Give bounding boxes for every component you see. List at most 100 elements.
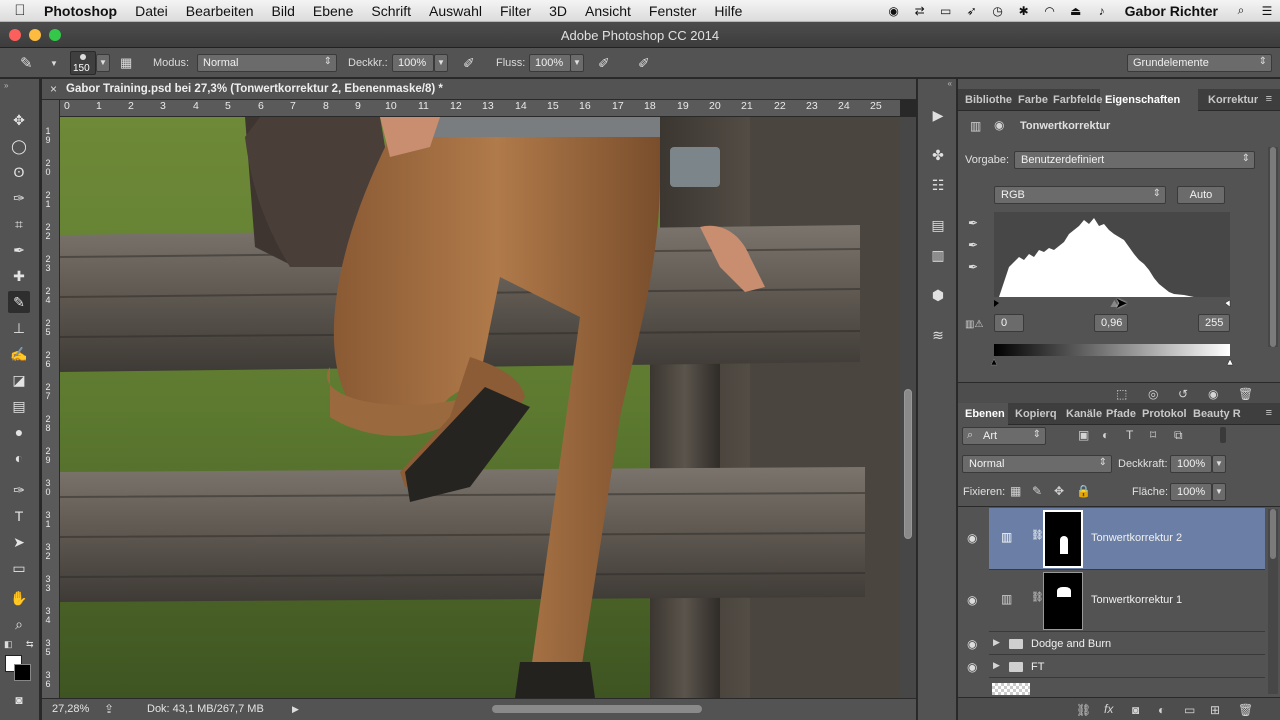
output-black-slider[interactable]	[991, 358, 998, 366]
output-white-slider[interactable]	[1226, 358, 1234, 366]
tab-farbe[interactable]: Farbe	[1018, 94, 1048, 106]
visibility-eye-icon[interactable]: ◉	[967, 660, 977, 674]
white-input-slider[interactable]	[1224, 299, 1231, 307]
transparent-layer-thumbnail[interactable]	[992, 683, 1030, 695]
actions-panel-icon[interactable]: ▶	[927, 105, 949, 125]
zoom-tool-icon[interactable]: ⌕	[8, 613, 30, 635]
filter-smart-object-icon[interactable]: ⧉	[1174, 428, 1183, 443]
layer-row-ft[interactable]: ▶ FT	[989, 656, 1265, 678]
layers-scrollbar[interactable]	[1268, 509, 1278, 694]
tab-bibliothek[interactable]: Bibliothe	[965, 94, 1012, 106]
fill-input[interactable]: 100%	[1170, 483, 1212, 501]
tab-korrekturen[interactable]: Korrektur	[1208, 94, 1258, 106]
quick-mask-icon[interactable]: ◙	[8, 689, 30, 711]
eject-icon[interactable]: ⏏	[1063, 4, 1089, 18]
flow-dropdown[interactable]: ▼	[570, 54, 584, 72]
layers-panel-menu-icon[interactable]: ≡	[1266, 407, 1272, 419]
rectangle-tool-icon[interactable]: ▭	[8, 557, 30, 579]
tab-eigenschaften[interactable]: Eigenschaften	[1105, 94, 1180, 106]
tab-kopierquelle[interactable]: Kopierq	[1015, 408, 1057, 420]
notification-icon[interactable]: ☰	[1254, 4, 1280, 18]
document-canvas[interactable]	[60, 117, 900, 698]
layer-name[interactable]: Dodge and Burn	[1031, 638, 1111, 650]
visibility-eye-icon[interactable]: ◉	[967, 593, 977, 607]
lock-transparency-icon[interactable]: ▦	[1010, 484, 1021, 498]
user-name[interactable]: Gabor Richter	[1115, 3, 1228, 19]
delete-layer-icon[interactable]: 🗑	[1238, 703, 1253, 717]
mask-link-icon[interactable]: ⛓	[1031, 530, 1044, 541]
menu-datei[interactable]: Datei	[126, 3, 177, 19]
toggle-visibility-icon[interactable]: ◉	[1208, 387, 1218, 401]
bluetooth-icon[interactable]: ✱	[1011, 4, 1037, 18]
menu-bearbeiten[interactable]: Bearbeiten	[177, 3, 263, 19]
tab-ebenen[interactable]: Ebenen	[965, 408, 1005, 420]
zoom-level[interactable]: 27,28%	[52, 703, 89, 715]
mode-select[interactable]: Normal	[197, 54, 337, 72]
menu-schrift[interactable]: Schrift	[362, 3, 420, 19]
visibility-eye-icon[interactable]: ◉	[967, 637, 977, 651]
layers-stack-icon[interactable]: ≋	[927, 325, 949, 345]
filter-adjustment-icon[interactable]: ◐	[1102, 428, 1109, 442]
display-icon[interactable]: ▭	[933, 4, 959, 18]
wifi-icon[interactable]: ◠	[1037, 4, 1063, 18]
brush-presets-icon[interactable]: ✤	[927, 145, 949, 165]
input-black-field[interactable]: 0	[994, 314, 1024, 332]
canvas-horizontal-scrollbar[interactable]	[492, 705, 702, 713]
input-gamma-field[interactable]: 0,96	[1094, 314, 1128, 332]
layer-name[interactable]: Tonwertkorrektur 1	[1091, 594, 1182, 606]
share-icon[interactable]: ⇪	[104, 702, 114, 716]
link-layers-icon[interactable]: ⛓	[1076, 703, 1091, 717]
document-tab[interactable]: × Gabor Training.psd bei 27,3% (Tonwertk…	[42, 79, 916, 100]
layer-row-tonwertkorrektur-1[interactable]: ▥ ⛓ Tonwertkorrektur 1	[989, 570, 1265, 632]
lock-all-icon[interactable]: 🔒	[1076, 484, 1091, 498]
default-colors-icon[interactable]: ◧	[4, 639, 13, 650]
eraser-tool-icon[interactable]: ◪	[8, 369, 30, 391]
menu-auswahl[interactable]: Auswahl	[420, 3, 491, 19]
add-mask-icon[interactable]: ◙	[1132, 703, 1139, 717]
menu-filter[interactable]: Filter	[491, 3, 540, 19]
tab-protokoll[interactable]: Protokol	[1142, 408, 1187, 420]
volume-icon[interactable]: ♪	[1089, 4, 1115, 18]
layer-opacity-input[interactable]: 100%	[1170, 455, 1212, 473]
tool-preset-dropdown[interactable]: ▼	[50, 48, 58, 78]
pressure-size-icon[interactable]: ✐	[638, 48, 650, 78]
3d-cube-icon[interactable]: ⬢	[927, 285, 949, 305]
history-brush-tool-icon[interactable]: ✍	[8, 343, 30, 365]
background-color-swatch[interactable]	[14, 664, 31, 681]
pressure-opacity-icon[interactable]: ✐	[463, 48, 475, 78]
lasso-tool-icon[interactable]: ʘ	[8, 161, 30, 183]
filter-toggle-switch[interactable]	[1220, 427, 1226, 443]
filter-type-icon[interactable]: T	[1126, 428, 1133, 442]
channel-select[interactable]: RGB	[994, 186, 1166, 204]
new-adjustment-layer-icon[interactable]: ◐	[1158, 703, 1165, 717]
menu-fenster[interactable]: Fenster	[640, 3, 705, 19]
crop-tool-icon[interactable]: ⌗	[8, 213, 30, 235]
record-icon[interactable]: ◉	[881, 4, 907, 18]
workspace-select[interactable]: Grundelemente	[1127, 54, 1272, 72]
clipping-warning-icon[interactable]: ▥⚠	[965, 319, 983, 330]
layer-style-fx-icon[interactable]: fx	[1104, 702, 1113, 716]
tab-beauty-retouch[interactable]: Beauty R	[1193, 408, 1241, 420]
marquee-tool-icon[interactable]: ◯	[8, 135, 30, 157]
expand-group-icon[interactable]: ▶	[993, 660, 1000, 671]
layer-mask-thumbnail[interactable]	[1043, 510, 1083, 568]
brush-preset-dropdown[interactable]: ▼	[96, 54, 110, 72]
layer-mask-thumbnail[interactable]	[1043, 572, 1083, 630]
flow-input[interactable]: 100%	[529, 54, 571, 72]
white-point-eyedropper-icon[interactable]: ✒	[968, 260, 978, 274]
paragraph-icon[interactable]: ▥	[927, 245, 949, 265]
healing-brush-tool-icon[interactable]: ✚	[8, 265, 30, 287]
mask-link-icon[interactable]: ⛓	[1031, 592, 1044, 603]
tab-kanaele[interactable]: Kanäle	[1066, 408, 1102, 420]
layer-row-dodge-and-burn[interactable]: ▶ Dodge and Burn	[989, 633, 1265, 655]
blend-mode-select[interactable]: Normal	[962, 455, 1112, 473]
menu-ebene[interactable]: Ebene	[304, 3, 362, 19]
brush-tool-icon[interactable]: ✎	[20, 48, 33, 78]
send-icon[interactable]: ➶	[959, 4, 985, 18]
fill-dropdown[interactable]: ▼	[1212, 483, 1226, 501]
black-input-slider[interactable]	[994, 300, 999, 307]
clip-to-layer-icon[interactable]: ⬚	[1116, 387, 1127, 401]
collapse-strip-icon[interactable]: «	[948, 79, 952, 88]
tab-pfade[interactable]: Pfade	[1106, 408, 1136, 420]
brush-panel-icon[interactable]: ▦	[120, 48, 132, 78]
